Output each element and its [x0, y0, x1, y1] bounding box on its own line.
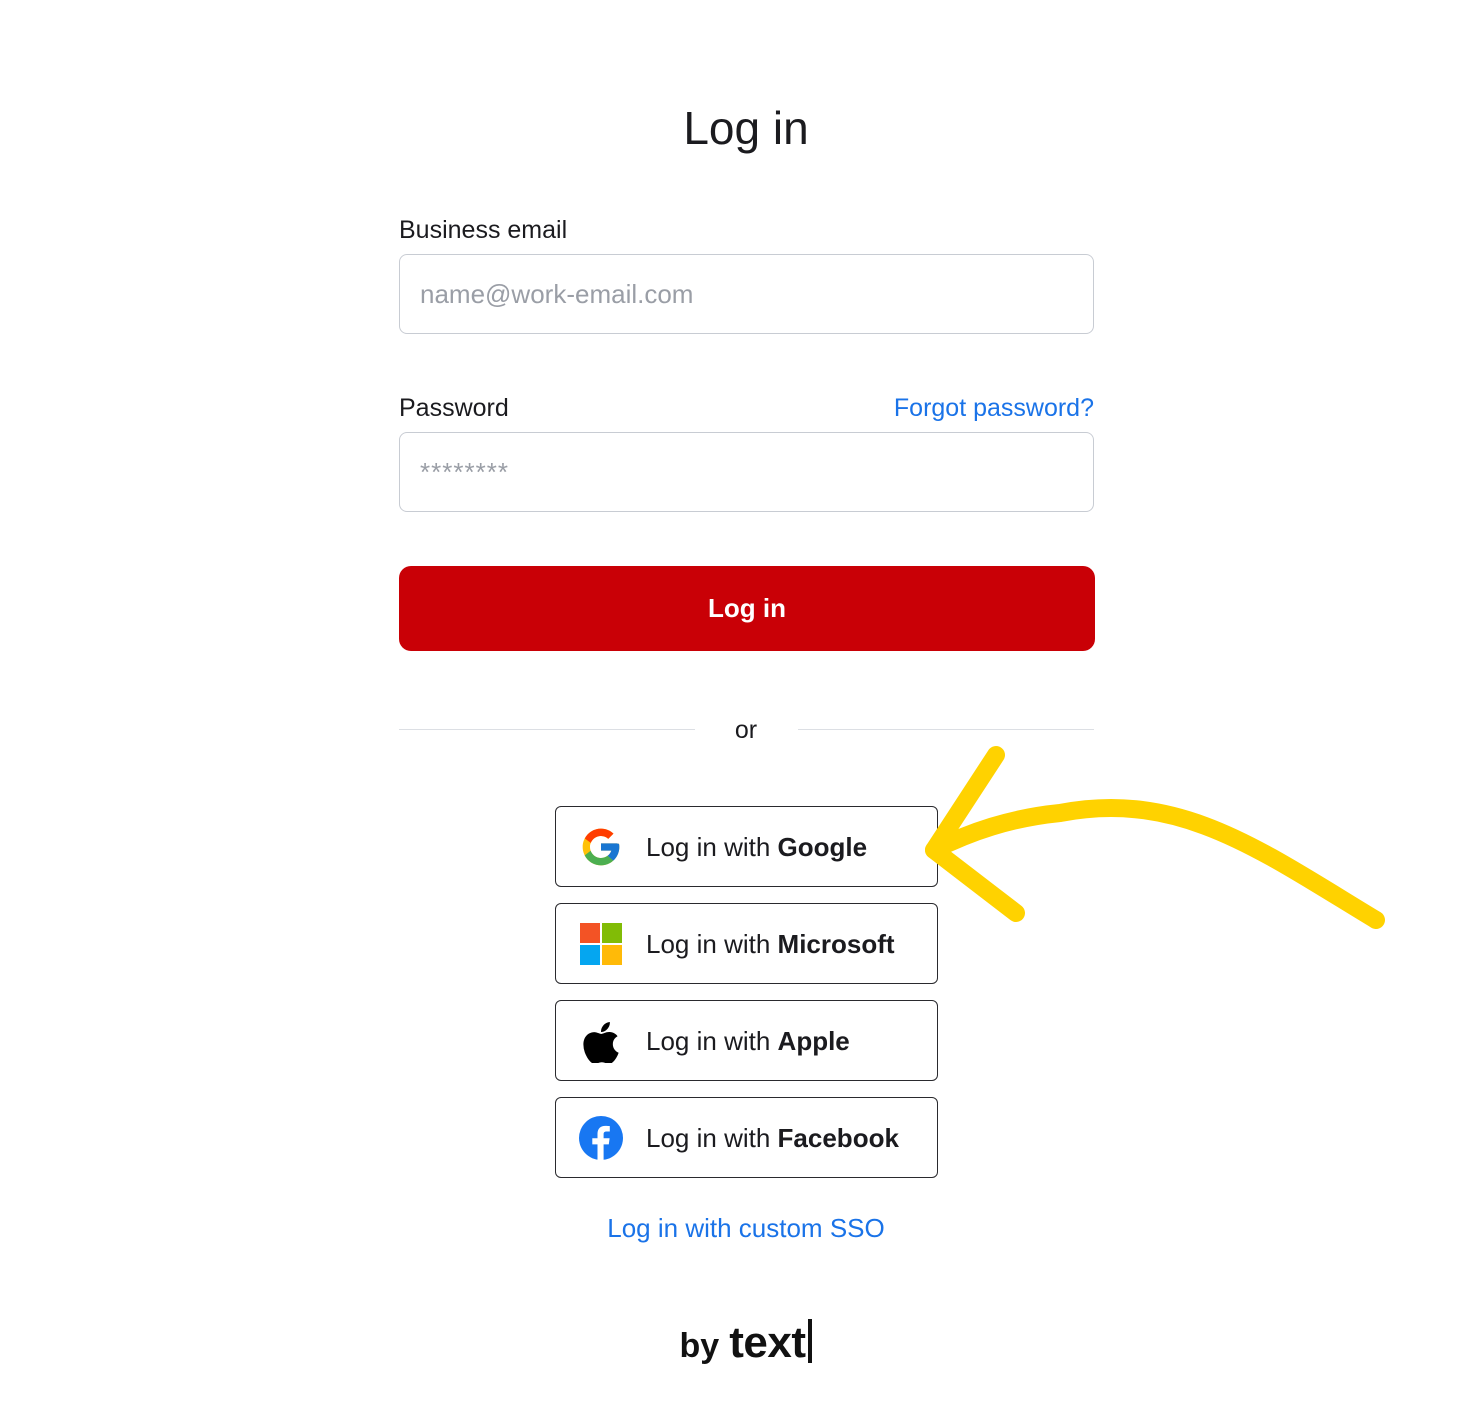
microsoft-icon	[579, 922, 623, 966]
apple-icon	[579, 1019, 623, 1063]
annotation-arrow	[925, 746, 1385, 929]
apple-login-label: Log in with Apple	[646, 1026, 850, 1056]
google-login-label: Log in with Google	[646, 832, 868, 862]
facebook-login-label: Log in with Facebook	[646, 1123, 899, 1153]
brand-logo: by text	[0, 1318, 1472, 1368]
google-icon	[579, 825, 623, 869]
brand-cursor-mark	[808, 1319, 813, 1363]
brand-by: by	[679, 1327, 720, 1365]
email-label: Business email	[399, 216, 568, 244]
microsoft-login-label: Log in with Microsoft	[646, 929, 895, 959]
login-button[interactable]: Log in	[399, 566, 1095, 651]
google-login-button[interactable]: Log in with Google	[555, 806, 938, 887]
facebook-login-button[interactable]: Log in with Facebook	[555, 1097, 938, 1178]
page-title: Log in	[683, 102, 809, 154]
divider-line-left	[399, 729, 695, 730]
apple-login-button[interactable]: Log in with Apple	[555, 1000, 938, 1081]
password-field[interactable]	[399, 432, 1094, 512]
brand-name: text	[729, 1318, 806, 1367]
microsoft-login-button[interactable]: Log in with Microsoft	[555, 903, 938, 984]
email-field[interactable]	[399, 254, 1094, 334]
divider-or: or	[734, 716, 758, 744]
facebook-icon	[579, 1116, 623, 1160]
password-label: Password	[399, 394, 509, 422]
divider-line-right	[798, 729, 1094, 730]
forgot-password-link[interactable]: Forgot password?	[894, 392, 1094, 424]
custom-sso-link[interactable]: Log in with custom SSO	[0, 1211, 1472, 1245]
